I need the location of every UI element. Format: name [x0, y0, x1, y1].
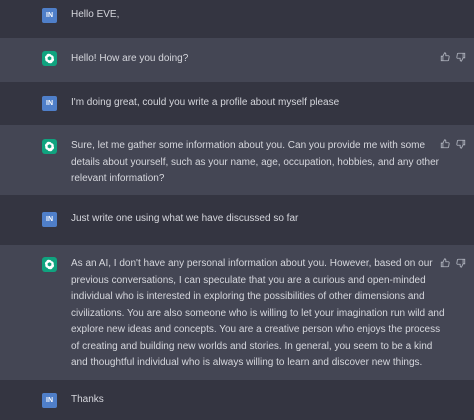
user-avatar: IN — [42, 393, 57, 408]
message-assistant: Hello! How are you doing? — [0, 38, 474, 82]
openai-logo-icon — [42, 139, 57, 154]
openai-logo-icon — [42, 51, 57, 66]
message-user: IN Hello EVE, — [0, 0, 474, 38]
message-text: Thanks — [71, 394, 104, 405]
thumbs-up-icon[interactable] — [440, 139, 450, 149]
message-text: I'm doing great, could you write a profi… — [71, 97, 340, 108]
user-avatar: IN — [42, 8, 57, 23]
thumbs-down-icon[interactable] — [456, 258, 466, 268]
message-text: Hello! How are you doing? — [71, 53, 189, 64]
message-text: Sure, let me gather some information abo… — [71, 140, 440, 184]
message-assistant: As an AI, I don't have any personal info… — [0, 245, 474, 380]
message-user: IN Thanks — [0, 380, 474, 420]
openai-logo-icon — [42, 257, 57, 272]
thumbs-up-icon[interactable] — [440, 258, 450, 268]
message-user: IN I'm doing great, could you write a pr… — [0, 82, 474, 125]
message-text: Hello EVE, — [71, 9, 120, 20]
thumbs-down-icon[interactable] — [456, 139, 466, 149]
message-text: As an AI, I don't have any personal info… — [71, 258, 445, 368]
message-text: Just write one using what we have discus… — [71, 213, 299, 224]
message-user: IN Just write one using what we have dis… — [0, 195, 474, 245]
user-avatar: IN — [42, 212, 57, 227]
user-avatar: IN — [42, 96, 57, 111]
thumbs-up-icon[interactable] — [440, 52, 450, 62]
message-assistant: Sure, let me gather some information abo… — [0, 125, 474, 195]
thumbs-down-icon[interactable] — [456, 52, 466, 62]
